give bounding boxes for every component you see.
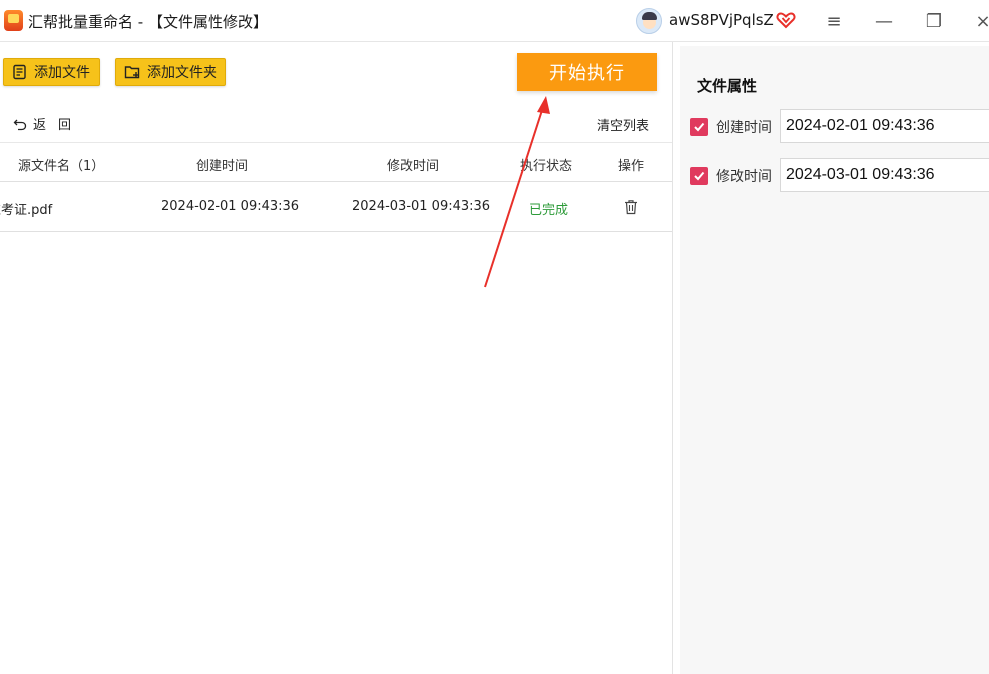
- cell-created-time: 2024-02-01 09:43:36: [161, 199, 300, 214]
- created-time-field[interactable]: 2024-02-01 09:43:36: [780, 109, 989, 143]
- column-header-modified[interactable]: 修改时间: [387, 155, 439, 174]
- add-folder-label: 添加文件夹: [147, 65, 217, 81]
- username[interactable]: awS8PVjPqlsZ: [669, 11, 774, 29]
- created-time-label: 创建时间: [716, 120, 772, 136]
- add-file-label: 添加文件: [34, 65, 90, 81]
- column-header-action: 操作: [618, 159, 645, 174]
- clear-list-button[interactable]: 清空列表: [597, 115, 649, 134]
- window-title: 汇帮批量重命名 - 【文件属性修改】: [28, 13, 268, 31]
- properties-title: 文件属性: [697, 77, 758, 95]
- column-header-created[interactable]: 创建时间: [196, 155, 248, 174]
- back-arrow-icon: [13, 119, 27, 130]
- add-folder-button[interactable]: 添加文件夹: [115, 58, 226, 86]
- cell-modified-time: 2024-03-01 09:43:36: [352, 199, 491, 214]
- start-button[interactable]: 开始执行: [517, 53, 657, 91]
- minimize-icon[interactable]: —: [871, 8, 897, 34]
- user-avatar-icon[interactable]: [636, 8, 662, 34]
- add-file-button[interactable]: 添加文件: [3, 58, 100, 86]
- menu-icon[interactable]: ≡: [821, 8, 847, 34]
- column-header-name[interactable]: 源文件名（1）: [18, 155, 104, 174]
- file-table-header: 源文件名（1） 创建时间 修改时间 执行状态 操作: [0, 142, 672, 182]
- close-icon[interactable]: ×: [970, 8, 989, 34]
- avatar-hair: [642, 12, 657, 20]
- modified-time-label: 修改时间: [716, 169, 772, 185]
- back-label: 返回: [33, 118, 84, 133]
- back-button[interactable]: 返回: [13, 114, 83, 133]
- add-file-icon: [13, 64, 26, 80]
- checkbox-check-icon: [694, 122, 705, 132]
- column-header-status[interactable]: 执行状态: [520, 155, 572, 174]
- trash-icon[interactable]: [623, 199, 639, 215]
- app-logo-icon: [4, 10, 23, 31]
- cell-file-name: 准考证.pdf: [0, 203, 53, 218]
- created-time-row: 创建时间: [690, 117, 774, 137]
- modified-time-field[interactable]: 2024-03-01 09:43:36: [780, 158, 989, 192]
- vip-heart-icon[interactable]: [776, 10, 796, 30]
- cell-status: 已完成: [529, 203, 569, 218]
- title-bar: 汇帮批量重命名 - 【文件属性修改】 awS8PVjPqlsZ ≡ — ❐ ×: [0, 0, 989, 42]
- panel-divider: [672, 42, 673, 674]
- modified-time-checkbox[interactable]: [690, 167, 708, 185]
- add-folder-icon: [124, 66, 140, 79]
- modified-time-row: 修改时间: [690, 166, 774, 186]
- maximize-icon[interactable]: ❐: [921, 8, 947, 34]
- created-time-checkbox[interactable]: [690, 118, 708, 136]
- table-row[interactable]: 准考证.pdf 2024-02-01 09:43:36 2024-03-01 0…: [0, 182, 672, 232]
- checkbox-check-icon: [694, 171, 705, 181]
